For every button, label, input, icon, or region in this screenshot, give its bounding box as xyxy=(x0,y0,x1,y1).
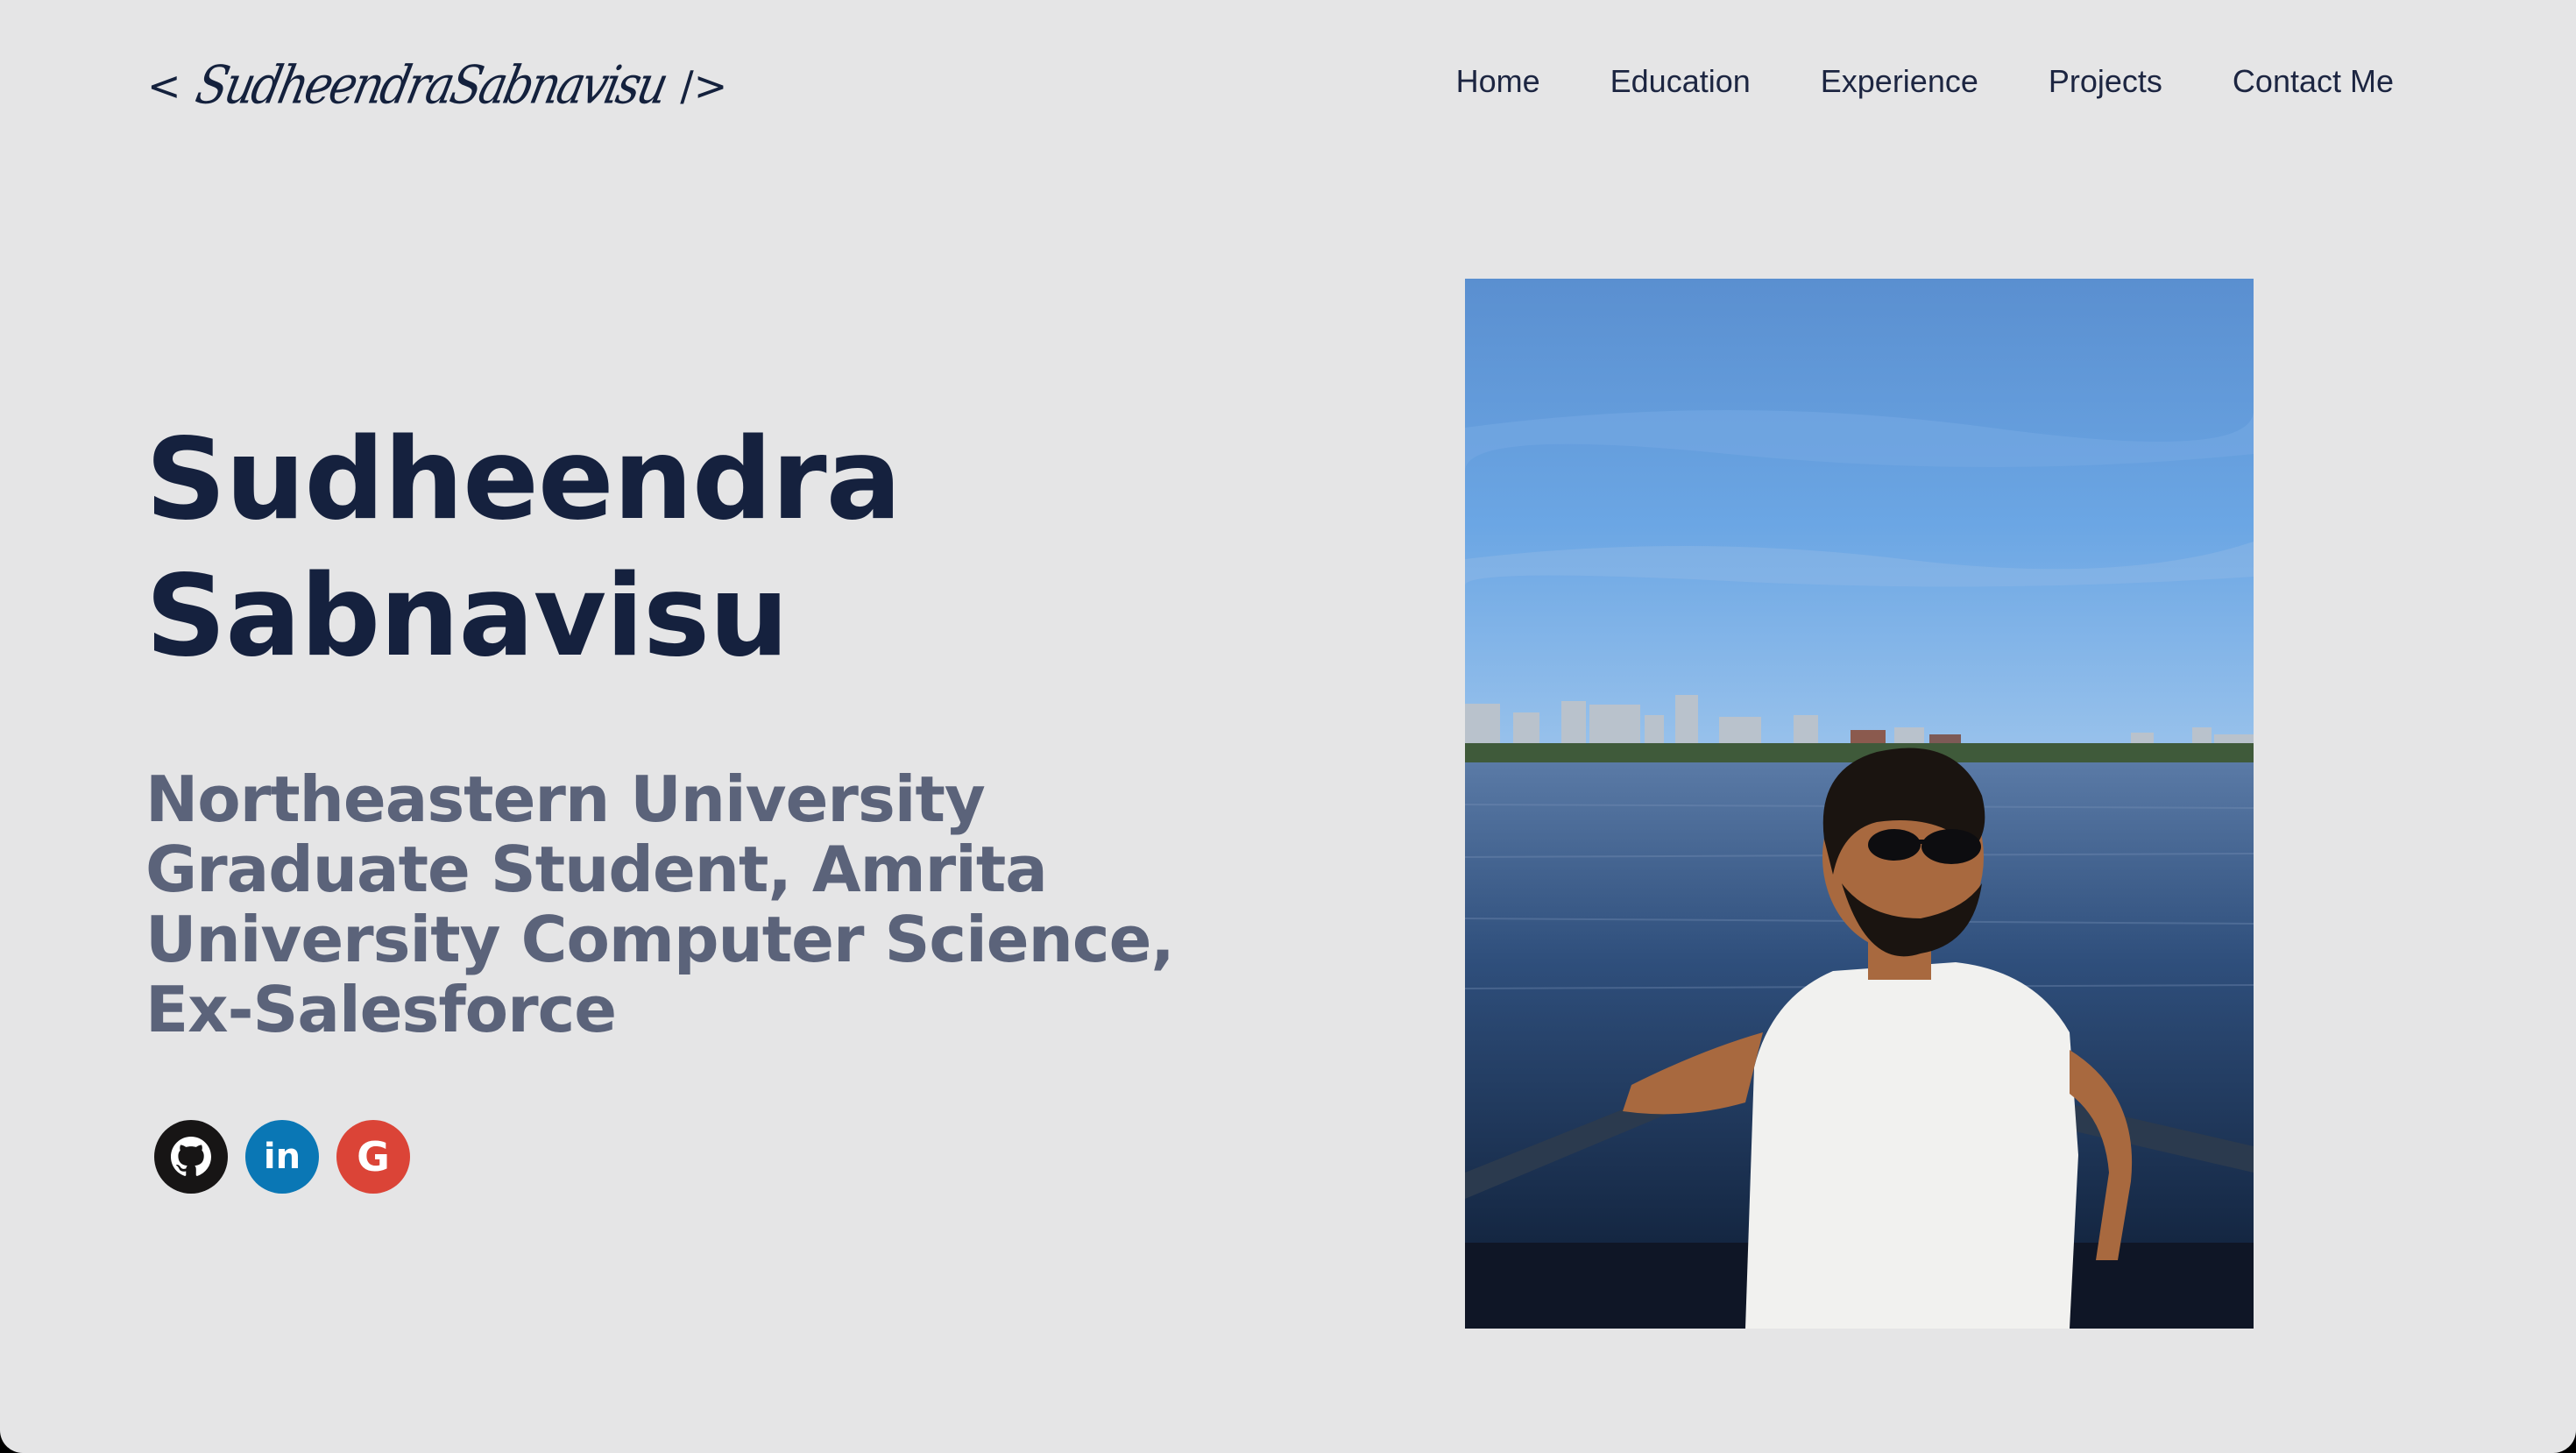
logo-signature: SudheendraSabnavisu xyxy=(190,55,671,117)
nav-education[interactable]: Education xyxy=(1610,63,1751,100)
main-nav: Home Education Experience Projects Conta… xyxy=(1456,63,2394,100)
hero-name-first: Sudheendra xyxy=(145,415,902,545)
site-logo[interactable]: < SudheendraSabnavisu /> xyxy=(147,51,727,121)
github-icon xyxy=(171,1137,211,1176)
hero-name: Sudheendra Sabnavisu xyxy=(145,412,1109,685)
github-link[interactable] xyxy=(154,1120,228,1194)
linkedin-icon: in xyxy=(263,1137,301,1177)
nav-experience[interactable]: Experience xyxy=(1821,63,1978,100)
nav-projects[interactable]: Projects xyxy=(2049,63,2162,100)
google-icon: G xyxy=(357,1133,390,1180)
hero-name-last: Sabnavisu xyxy=(145,551,789,682)
logo-open-bracket: < xyxy=(147,62,181,110)
logo-close-bracket: /> xyxy=(680,62,728,110)
nav-contact-me[interactable]: Contact Me xyxy=(2233,63,2394,100)
hero-tagline: Northeastern University Graduate Student… xyxy=(145,762,1175,1046)
linkedin-link[interactable]: in xyxy=(245,1120,319,1194)
portfolio-page: < SudheendraSabnavisu /> Home Education … xyxy=(0,0,2576,1453)
social-links: in G xyxy=(154,1120,410,1194)
google-link[interactable]: G xyxy=(336,1120,410,1194)
profile-photo xyxy=(1465,279,2254,1329)
nav-home[interactable]: Home xyxy=(1456,63,1540,100)
